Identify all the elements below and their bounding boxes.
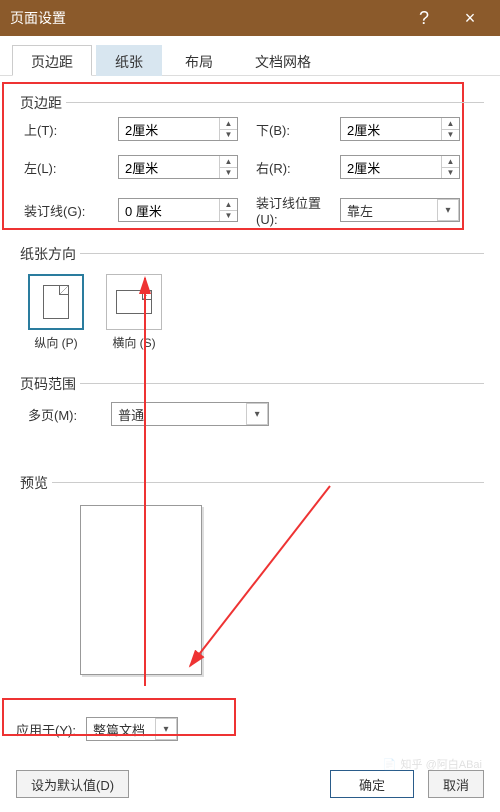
spin-down-icon[interactable]: ▼: [220, 211, 237, 222]
gutter-pos-label: 装订线位置(U):: [244, 193, 334, 227]
apply-to-value: 整篇文档: [87, 720, 155, 739]
margins-group: 页边距 上(T): ▲▼ 下(B): ▲▼ 左(L): ▲▼ 右(R): ▲▼: [16, 102, 484, 239]
tab-grid[interactable]: 文档网格: [236, 45, 330, 76]
set-default-button[interactable]: 设为默认值(D): [16, 770, 129, 798]
preview-group: 预览: [16, 482, 484, 687]
multi-pages-label: 多页(M):: [28, 405, 77, 424]
spin-up-icon[interactable]: ▲: [442, 118, 459, 130]
top-margin-spinner[interactable]: ▲▼: [118, 117, 238, 141]
orientation-group: 纸张方向 纵向 (P) 横向 (S): [16, 253, 484, 369]
spin-up-icon[interactable]: ▲: [442, 156, 459, 168]
top-margin-label: 上(T):: [24, 120, 112, 139]
apply-to-select[interactable]: 整篇文档 ▾: [86, 717, 178, 741]
bottom-margin-spinner[interactable]: ▲▼: [340, 117, 460, 141]
window-title: 页面设置: [10, 8, 66, 28]
right-margin-input[interactable]: [341, 156, 441, 178]
dialog-body: 页边距 上(T): ▲▼ 下(B): ▲▼ 左(L): ▲▼ 右(R): ▲▼: [0, 76, 500, 812]
chevron-down-icon: ▾: [437, 199, 459, 221]
apply-to-row: 应用于(Y): 整篇文档 ▾: [16, 717, 484, 741]
help-button[interactable]: ?: [404, 0, 444, 36]
close-button[interactable]: ×: [450, 0, 490, 36]
chevron-down-icon: ▾: [246, 403, 268, 425]
multi-pages-value: 普通: [112, 405, 246, 424]
spin-down-icon[interactable]: ▼: [442, 130, 459, 141]
gutter-input[interactable]: [119, 199, 219, 221]
pages-group: 页码范围 多页(M): 普通 ▾: [16, 383, 484, 442]
gutter-pos-value: 靠左: [341, 201, 437, 220]
pages-legend: 页码范围: [16, 374, 80, 394]
left-margin-input[interactable]: [119, 156, 219, 178]
landscape-icon: [106, 274, 162, 330]
spin-down-icon[interactable]: ▼: [220, 168, 237, 179]
cancel-button[interactable]: 取消: [428, 770, 484, 798]
preview-legend: 预览: [16, 473, 52, 493]
window-controls: ? ×: [404, 0, 490, 36]
zhihu-logo-icon: 📄: [383, 758, 397, 771]
titlebar: 页面设置 ? ×: [0, 0, 500, 36]
dialog-footer: 设为默认值(D) 确定 取消: [16, 770, 484, 798]
preview-page-icon: [80, 505, 202, 675]
left-margin-label: 左(L):: [24, 158, 112, 177]
tab-bar: 页边距 纸张 布局 文档网格: [0, 36, 500, 76]
orientation-landscape[interactable]: 横向 (S): [106, 274, 162, 351]
spin-down-icon[interactable]: ▼: [442, 168, 459, 179]
spin-down-icon[interactable]: ▼: [220, 130, 237, 141]
multi-pages-select[interactable]: 普通 ▾: [111, 402, 269, 426]
bottom-margin-label: 下(B):: [244, 120, 334, 139]
spin-up-icon[interactable]: ▲: [220, 118, 237, 130]
spin-up-icon[interactable]: ▲: [220, 199, 237, 211]
orientation-legend: 纸张方向: [16, 244, 80, 264]
top-margin-input[interactable]: [119, 118, 219, 140]
orientation-portrait[interactable]: 纵向 (P): [28, 274, 84, 351]
left-margin-spinner[interactable]: ▲▼: [118, 155, 238, 179]
tab-layout[interactable]: 布局: [166, 45, 232, 76]
portrait-label: 纵向 (P): [34, 336, 77, 350]
ok-button[interactable]: 确定: [330, 770, 414, 798]
right-margin-spinner[interactable]: ▲▼: [340, 155, 460, 179]
tab-margins[interactable]: 页边距: [12, 45, 92, 76]
portrait-icon: [28, 274, 84, 330]
apply-to-label: 应用于(Y):: [16, 720, 76, 739]
gutter-pos-select[interactable]: 靠左 ▾: [340, 198, 460, 222]
spin-up-icon[interactable]: ▲: [220, 156, 237, 168]
tab-paper[interactable]: 纸张: [96, 45, 162, 76]
right-margin-label: 右(R):: [244, 158, 334, 177]
bottom-margin-input[interactable]: [341, 118, 441, 140]
source-watermark: 📄 知乎 @阿白ABai: [383, 756, 482, 772]
margins-legend: 页边距: [16, 93, 66, 113]
gutter-spinner[interactable]: ▲▼: [118, 198, 238, 222]
chevron-down-icon: ▾: [155, 718, 177, 740]
landscape-label: 横向 (S): [112, 336, 155, 350]
gutter-label: 装订线(G):: [24, 201, 112, 220]
